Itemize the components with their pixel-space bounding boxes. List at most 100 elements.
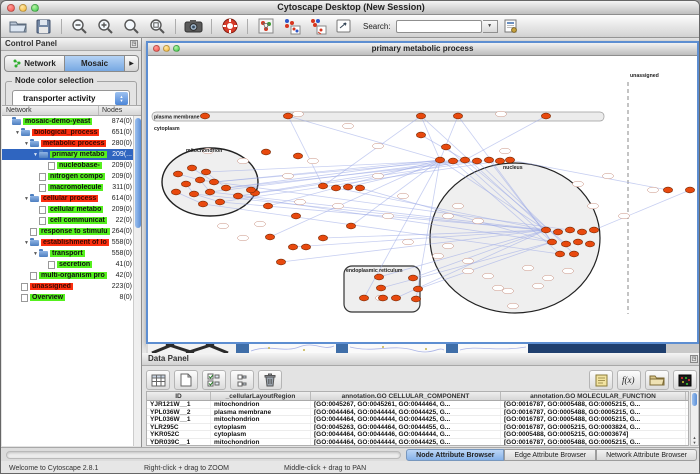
tree-row[interactable]: macromolecule311(0) [2, 182, 134, 193]
save-session-button[interactable] [31, 16, 56, 36]
tree-row[interactable]: Overview8(0) [2, 292, 134, 303]
gene-node-selected[interactable] [331, 185, 340, 191]
plasma-membrane-region[interactable] [152, 112, 604, 121]
network-edge[interactable] [421, 116, 440, 160]
gene-node-selected[interactable] [200, 113, 209, 119]
gene-node-selected[interactable] [416, 113, 425, 119]
gene-node-selected[interactable] [448, 158, 457, 164]
gene-node-selected[interactable] [453, 113, 462, 119]
gene-node-unselected[interactable] [473, 218, 484, 224]
gene-node-selected[interactable] [561, 241, 570, 247]
table-row[interactable]: YKR052Ccytoplasm[GO:0044464, GO:0044446,… [147, 431, 688, 439]
snapshot-button[interactable] [181, 16, 206, 36]
network-canvas[interactable]: plasma membranecytoplasmmitochondrionnuc… [148, 56, 697, 342]
search-input[interactable] [396, 20, 482, 33]
delete-trash-button[interactable] [258, 370, 282, 390]
gene-node-selected[interactable] [585, 241, 594, 247]
gene-node-selected[interactable] [187, 165, 196, 171]
gene-node-selected[interactable] [555, 251, 564, 257]
gene-node-unselected[interactable] [238, 158, 249, 164]
gene-node-selected[interactable] [288, 244, 297, 250]
tree-scrollbar[interactable] [133, 116, 141, 446]
gene-node-unselected[interactable] [255, 221, 266, 227]
gene-node-selected[interactable] [283, 113, 292, 119]
gene-node-unselected[interactable] [398, 193, 409, 199]
gene-node-unselected[interactable] [283, 173, 294, 179]
notes-button[interactable] [589, 370, 613, 390]
tab-node-attribute-browser[interactable]: Node Attribute Browser [406, 449, 504, 461]
gene-node-selected[interactable] [685, 187, 694, 193]
expand-arrow-icon[interactable]: ▼ [32, 251, 39, 257]
gene-node-selected[interactable] [263, 203, 272, 209]
zoom-out-button[interactable] [67, 16, 92, 36]
gene-node-selected[interactable] [198, 201, 207, 207]
gene-node-selected[interactable] [413, 286, 422, 292]
gene-node-unselected[interactable] [543, 275, 554, 281]
gene-node-unselected[interactable] [619, 213, 630, 219]
zoom-in-button[interactable] [93, 16, 118, 36]
gene-node-selected[interactable] [435, 157, 444, 163]
gene-node-selected[interactable] [276, 259, 285, 265]
zoom-selected-button[interactable] [119, 16, 144, 36]
column-header[interactable]: ID [147, 392, 211, 400]
network-edge[interactable] [288, 116, 440, 160]
search-options-button[interactable] [499, 16, 524, 36]
gene-node-selected[interactable] [293, 153, 302, 159]
gene-node-unselected[interactable] [343, 123, 354, 129]
float-panel-icon[interactable]: ◳ [130, 40, 138, 48]
gene-node-selected[interactable] [173, 171, 182, 177]
gene-node-selected[interactable] [201, 169, 210, 175]
expand-arrow-icon[interactable]: ▼ [32, 152, 39, 158]
gene-node-unselected[interactable] [483, 273, 494, 279]
gene-node-unselected[interactable] [496, 111, 507, 117]
gene-node-selected[interactable] [346, 223, 355, 229]
table-scrollbar-thumb[interactable] [692, 393, 697, 406]
import-folder-button[interactable] [645, 370, 669, 390]
gene-node-selected[interactable] [215, 199, 224, 205]
expand-arrow-icon[interactable]: ▼ [23, 240, 30, 246]
gene-node-unselected[interactable] [403, 239, 414, 245]
expand-arrow-icon[interactable]: ▼ [14, 130, 21, 136]
tree-row[interactable]: ▼metabolic process280(0) [2, 138, 134, 149]
expand-arrow-icon[interactable]: ▼ [23, 196, 30, 202]
gene-node-selected[interactable] [441, 144, 450, 150]
table-row[interactable]: YLR295Ccytoplasm[GO:0045263, GO:0044464,… [147, 424, 688, 432]
gene-node-unselected[interactable] [373, 173, 384, 179]
network-edge[interactable] [440, 116, 458, 160]
gene-node-selected[interactable] [569, 251, 578, 257]
gene-node-unselected[interactable] [295, 199, 306, 205]
gene-node-unselected[interactable] [493, 285, 504, 291]
gene-node-unselected[interactable] [443, 213, 454, 219]
float-panel-icon[interactable]: ◳ [690, 355, 698, 363]
gene-node-selected[interactable] [318, 235, 327, 241]
gene-node-selected[interactable] [359, 295, 368, 301]
gene-node-selected[interactable] [577, 229, 586, 235]
expand-arrow-icon[interactable]: ▼ [23, 141, 30, 147]
gene-node-selected[interactable] [472, 158, 481, 164]
gene-node-selected[interactable] [181, 181, 190, 187]
gene-node-selected[interactable] [355, 185, 364, 191]
gene-node-selected[interactable] [205, 189, 214, 195]
gene-node-selected[interactable] [460, 157, 469, 163]
gene-node-selected[interactable] [573, 239, 582, 245]
gene-node-unselected[interactable] [293, 111, 304, 117]
gene-node-selected[interactable] [541, 113, 550, 119]
tree-row[interactable]: ▼transport558(0) [2, 248, 134, 259]
layout-copy-button[interactable] [279, 16, 304, 36]
gene-node-selected[interactable] [484, 157, 493, 163]
tree-row[interactable]: cell communicat22(0) [2, 215, 134, 226]
network-window-titlebar[interactable]: primary metabolic process [148, 43, 697, 56]
tree-row[interactable]: secretion41(0) [2, 259, 134, 270]
gene-node-selected[interactable] [589, 227, 598, 233]
gene-node-unselected[interactable] [563, 268, 574, 274]
gene-node-unselected[interactable] [648, 187, 659, 193]
zoom-fit-button[interactable] [145, 16, 170, 36]
gene-node-unselected[interactable] [383, 213, 394, 219]
gene-node-unselected[interactable] [463, 268, 474, 274]
gene-node-selected[interactable] [411, 296, 420, 302]
delete-attribute-button[interactable] [202, 370, 226, 390]
tab-network-attribute-browser[interactable]: Network Attribute Browser [596, 449, 697, 461]
gene-node-selected[interactable] [376, 285, 385, 291]
gene-node-unselected[interactable] [500, 148, 511, 154]
gene-node-selected[interactable] [221, 185, 230, 191]
